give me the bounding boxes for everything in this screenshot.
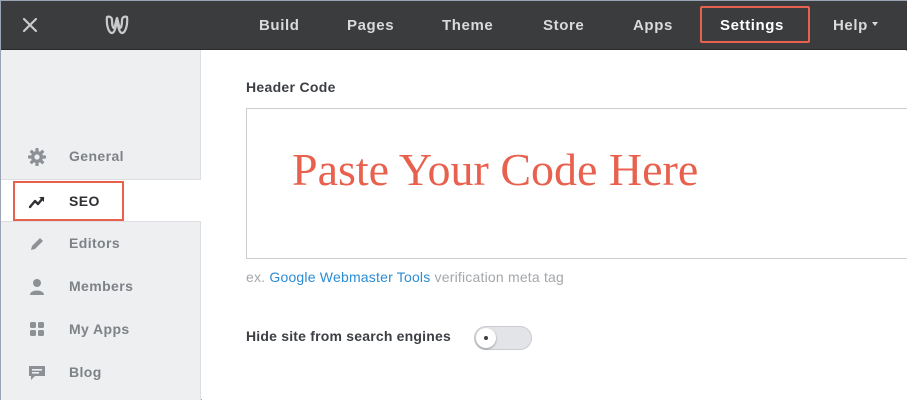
- nav-theme[interactable]: Theme: [442, 1, 493, 50]
- paste-code-annotation: Paste Your Code Here: [292, 144, 699, 195]
- person-icon: [27, 278, 47, 296]
- nav-build[interactable]: Build: [259, 1, 300, 50]
- close-icon[interactable]: [19, 14, 41, 36]
- sidebar-item-label: SEO: [69, 193, 100, 209]
- weebly-logo-icon[interactable]: [103, 12, 131, 38]
- nav-apps[interactable]: Apps: [633, 1, 673, 50]
- sidebar-item-members[interactable]: Members: [1, 265, 200, 308]
- hide-site-toggle[interactable]: [474, 326, 532, 350]
- sidebar-item-label: Editors: [69, 235, 121, 251]
- sidebar-item-general[interactable]: General: [1, 135, 200, 178]
- header-code-hint: ex. Google Webmaster Tools verification …: [246, 269, 564, 285]
- sidebar-item-label: Members: [69, 278, 134, 294]
- sidebar-item-editors[interactable]: Editors: [1, 222, 200, 265]
- nav-pages[interactable]: Pages: [347, 1, 394, 50]
- seo-settings-panel: Header Code Paste Your Code Here ex. Goo…: [202, 51, 907, 400]
- top-navigation-bar: Build Pages Theme Store Apps Settings He…: [1, 1, 907, 50]
- sidebar-item-label: My Apps: [69, 321, 130, 337]
- pencil-icon: [27, 235, 47, 253]
- hint-prefix: ex.: [246, 269, 266, 285]
- nav-store[interactable]: Store: [543, 1, 584, 50]
- nav-help[interactable]: Help: [833, 1, 878, 50]
- sidebar-item-seo[interactable]: SEO: [1, 179, 201, 222]
- nav-help-label: Help: [833, 17, 868, 34]
- header-code-label: Header Code: [246, 79, 336, 95]
- sidebar-item-label: Blog: [69, 364, 102, 380]
- nav-settings[interactable]: Settings: [720, 1, 784, 50]
- speech-bubble-icon: [27, 364, 47, 382]
- sidebar-item-blog[interactable]: Blog: [1, 351, 200, 394]
- hide-site-label: Hide site from search engines: [246, 328, 451, 344]
- settings-sidebar: General SEO Editors Members My Apps Blog: [1, 50, 201, 400]
- sidebar-item-my-apps[interactable]: My Apps: [1, 308, 200, 351]
- apps-grid-icon: [27, 321, 47, 339]
- hint-suffix: verification meta tag: [434, 269, 565, 285]
- chevron-down-icon: [871, 22, 878, 27]
- gear-icon: [27, 148, 47, 166]
- trend-up-icon: [27, 193, 47, 211]
- header-code-textarea[interactable]: Paste Your Code Here: [246, 108, 907, 259]
- sidebar-item-label: General: [69, 148, 124, 164]
- google-webmaster-tools-link[interactable]: Google Webmaster Tools: [269, 269, 430, 285]
- toggle-off-dot: [484, 336, 488, 340]
